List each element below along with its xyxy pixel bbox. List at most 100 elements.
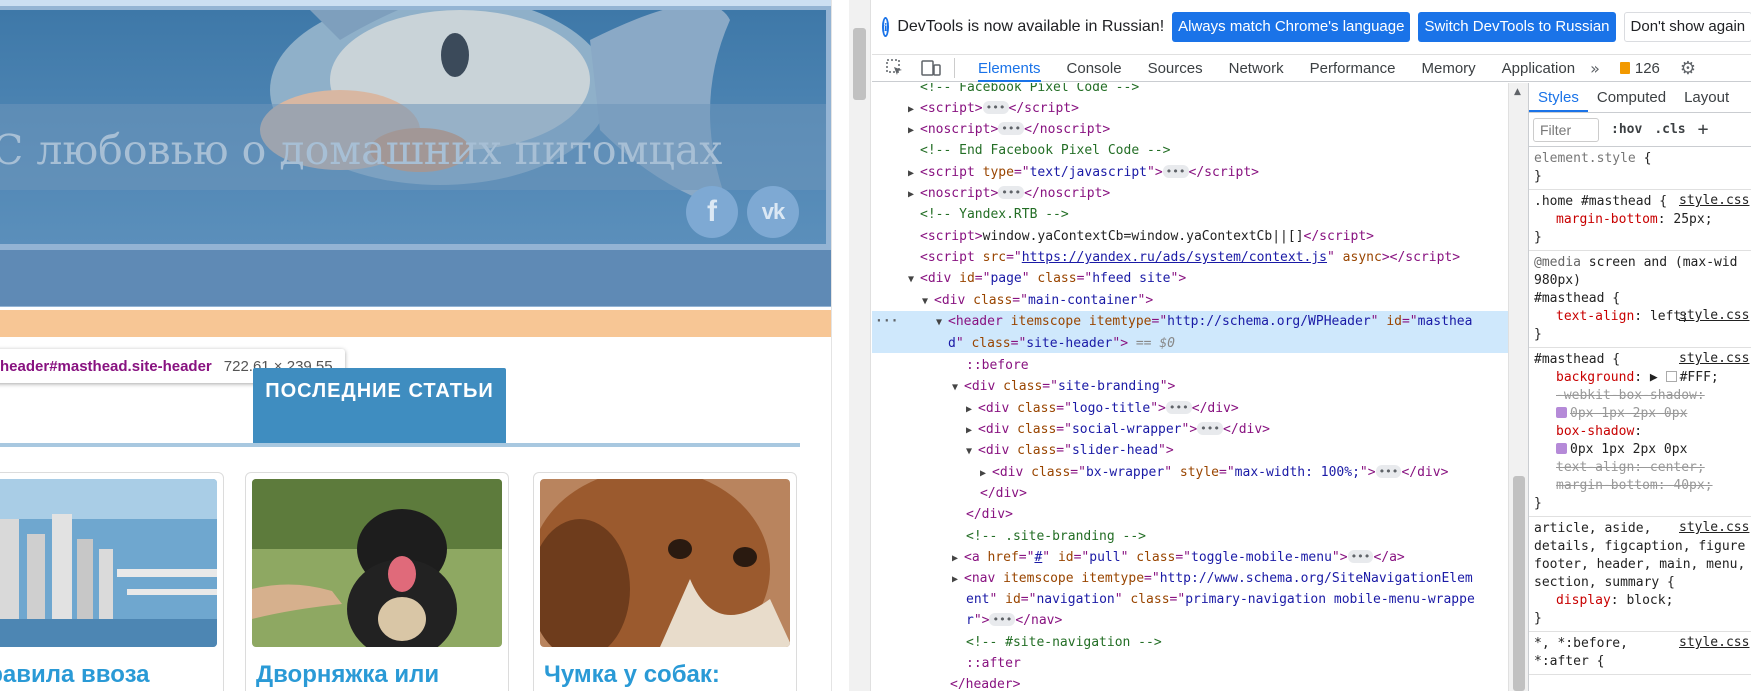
always-match-language-button[interactable]: Always match Chrome's language [1172,12,1411,42]
issues-flag-icon [1619,62,1630,74]
dom-node[interactable]: ▶ <nav itemscope itemtype="http://www.sch… [872,568,1508,589]
article-card[interactable]: Правила ввоза [0,472,224,691]
dom-node[interactable]: <script>window.yaContextCb=window.yaCont… [872,226,1508,247]
elements-scrollbar[interactable]: ▲ [1508,83,1528,691]
tab-computed[interactable]: Computed [1588,89,1675,112]
devtools-panel: i DevTools is now available in Russian! … [872,0,1751,691]
tab-network[interactable]: Network [1229,55,1284,82]
tab-layout[interactable]: Layout [1675,89,1738,112]
cls-toggle[interactable]: .cls [1654,122,1685,137]
dom-node[interactable]: ent" id="navigation" class="primary-navi… [872,589,1508,610]
article-image-dog-paw[interactable] [252,479,502,647]
tab-memory[interactable]: Memory [1422,55,1476,82]
new-rule-icon[interactable]: + [1698,119,1709,140]
article-card[interactable]: Дворняжка или [245,472,509,691]
dom-node[interactable]: ▼ <div class="site-branding"> [872,376,1508,397]
style-source-link[interactable]: style.css [1679,308,1749,323]
tab-elements[interactable]: Elements [978,55,1041,82]
dom-node[interactable]: <!-- Facebook Pixel Code --> [872,83,1508,98]
dom-node[interactable]: <!-- Yandex.RTB --> [872,204,1508,225]
tooltip-selector: header#masthead.site-header [0,357,212,375]
article-title[interactable]: Дворняжка или [256,661,439,689]
dom-node[interactable]: ::after [872,653,1508,674]
elements-tree: <!-- Facebook Pixel Code --> ▶ <script> ••… [872,83,1508,691]
dom-node[interactable]: <!-- End Facebook Pixel Code --> [872,140,1508,161]
page-scrollbar-thumb[interactable] [853,28,866,100]
toolbar-separator [954,58,955,78]
dom-node[interactable]: ▶ <div class="logo-title"> ••• </div> [872,398,1508,419]
style-rule-media[interactable]: @media screen and (max-wid 980px) #masth… [1529,251,1751,348]
primary-navigation-bar [0,250,831,306]
infobar-text: DevTools is now available in Russian! [897,18,1165,35]
dom-node[interactable]: ▶ <a href="#" id="pull" class="toggle-mob… [872,547,1508,568]
vk-icon[interactable]: vk [747,186,799,238]
article-title[interactable]: Чумка у собак: [544,661,720,689]
tab-sources[interactable]: Sources [1148,55,1203,82]
web-page: С любовью о домашних питомцах f vk heade… [0,0,832,691]
style-source-link[interactable]: style.css [1679,520,1749,535]
margin-highlight [0,310,831,337]
dom-node[interactable]: ▶ <script type="text/javascript"> ••• </scr… [872,162,1508,183]
dom-node[interactable]: </div> [872,504,1508,525]
style-rule[interactable]: article, aside, style.css details, figca… [1529,517,1751,632]
style-source-link[interactable]: style.css [1679,193,1749,208]
article-card[interactable]: Чумка у собак: [533,472,797,691]
screen: С любовью о домашних питомцах f vk heade… [0,0,1751,691]
style-rule[interactable]: *, *:before, style.css *:after { [1529,632,1751,675]
shadow-editor-icon[interactable] [1556,443,1567,454]
dom-node[interactable]: <script src="https://yandex.ru/ads/syste… [872,247,1508,268]
more-tabs-icon[interactable]: » [1590,59,1600,78]
dom-node[interactable]: r"> ••• </nav> [872,610,1508,631]
style-source-link[interactable]: style.css [1679,351,1749,366]
style-rule[interactable]: .home #masthead { style.css margin-botto… [1529,190,1751,251]
dom-node-selected[interactable]: ··· ▼ <header itemscope itemtype="http://… [872,311,1508,353]
styles-filter-bar: Filter :hov .cls + [1529,113,1751,147]
article-image-beagle[interactable] [540,479,790,647]
dom-node[interactable]: ▶ <script> ••• </script> [872,98,1508,119]
hov-toggle[interactable]: :hov [1611,122,1642,137]
dom-node[interactable]: ▶ <div class="social-wrapper"> ••• </div> [872,419,1508,440]
article-image-dubai[interactable] [0,479,217,647]
style-source-link[interactable]: style.css [1679,635,1749,650]
scroll-up-icon[interactable]: ▲ [1514,87,1521,97]
tab-performance[interactable]: Performance [1310,55,1396,82]
styles-filter-input[interactable]: Filter [1533,117,1599,142]
devtools-toolbar: Elements Console Sources Network Perform… [872,55,1751,82]
device-toolbar-icon[interactable] [918,58,944,78]
dom-node[interactable]: ::before [872,355,1508,376]
tab-console[interactable]: Console [1067,55,1122,82]
dom-node[interactable]: <!-- #site-navigation --> [872,632,1508,653]
style-rule-element[interactable]: element.style { } [1529,147,1751,190]
header-banner: С любовью о домашних питомцах f vk [0,10,826,244]
dom-node[interactable]: ▶ <noscript> ••• </noscript> [872,119,1508,140]
elements-scrollbar-thumb[interactable] [1513,476,1525,691]
shadow-editor-icon[interactable] [1556,407,1567,418]
dom-node[interactable]: ▼ <div id="page" class="hfeed site"> [872,268,1508,289]
page-scrollbar[interactable] [849,0,871,691]
styles-pane: Styles Computed Layout Filter :hov .cls … [1528,83,1751,691]
article-title[interactable]: Правила ввоза [0,661,150,689]
issues-counter[interactable]: 126 [1619,60,1660,77]
inspect-element-icon[interactable] [882,58,908,78]
dom-node[interactable]: </div> [872,483,1508,504]
info-icon: i [882,17,890,37]
color-swatch-icon[interactable] [1665,371,1677,382]
tab-application[interactable]: Application [1502,55,1575,82]
node-actions-icon[interactable]: ··· [875,311,898,332]
switch-to-russian-button[interactable]: Switch DevTools to Russian [1418,12,1616,42]
dom-node[interactable]: <!-- .site-branding --> [872,526,1508,547]
style-rule[interactable]: #masthead { style.css background: ▶ #FFF… [1529,348,1751,517]
dom-node[interactable]: ▼ <div class="slider-head"> [872,440,1508,461]
dom-node[interactable]: ▶ <div class="bx-wrapper" style="max-widt… [872,462,1508,483]
dom-node[interactable]: </header> [872,674,1508,691]
tab-styles[interactable]: Styles [1529,89,1588,112]
styles-tabs: Styles Computed Layout [1529,83,1751,113]
settings-gear-icon[interactable]: ⚙ [1680,58,1696,79]
dom-node[interactable]: ▼ <div class="main-container"> [872,290,1508,311]
dont-show-again-button[interactable]: Don't show again [1623,12,1751,42]
dom-node[interactable]: ▶ <noscript> ••• </noscript> [872,183,1508,204]
site-title[interactable]: С любовью о домашних питомцах [0,126,722,174]
facebook-icon[interactable]: f [686,186,738,238]
language-infobar: i DevTools is now available in Russian! … [872,0,1751,55]
latest-articles-tab[interactable]: ПОСЛЕДНИЕ СТАТЬИ [253,368,506,445]
